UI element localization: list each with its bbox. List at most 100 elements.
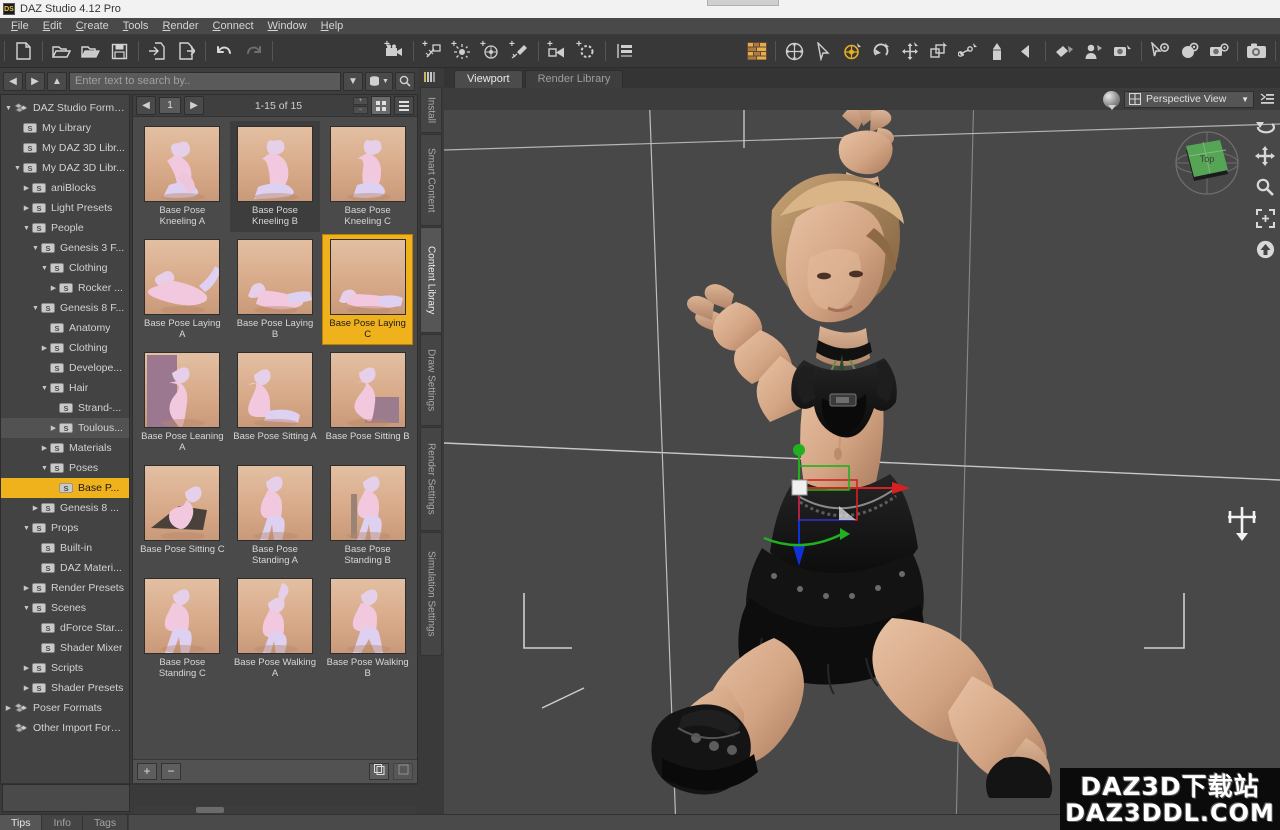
content-item[interactable]: Base Pose Laying B [230, 234, 321, 345]
universal-tool-icon[interactable] [781, 38, 808, 65]
copy-icon[interactable] [369, 763, 389, 780]
menu-item-create[interactable]: Create [69, 19, 116, 33]
content-item[interactable]: Base Pose Kneeling B [230, 121, 321, 232]
menu-item-render[interactable]: Render [155, 19, 205, 33]
content-item[interactable]: Base Pose Laying C [322, 234, 413, 345]
content-item-thumbnail[interactable] [237, 465, 313, 541]
tree-item-genesis-8-f[interactable]: ▼SGenesis 8 F... [1, 298, 129, 318]
chevron-right-icon[interactable]: ▶ [21, 584, 32, 592]
search-icon[interactable] [395, 72, 415, 91]
grid-view-icon[interactable] [371, 96, 391, 115]
open-folder-icon[interactable] [48, 38, 75, 65]
mesh-grabber-icon[interactable] [984, 38, 1011, 65]
tree-item-dforce-star[interactable]: SdForce Star... [1, 618, 129, 638]
tree-item-shader-mixer[interactable]: SShader Mixer [1, 638, 129, 658]
tree-item-my-library[interactable]: SMy Library [1, 118, 129, 138]
content-item[interactable]: Base Pose Walking B [322, 573, 413, 684]
thumb-size-decrease[interactable]: − [353, 106, 368, 114]
camera-ball-icon[interactable] [1103, 91, 1120, 108]
tree-item-hair[interactable]: ▼SHair [1, 378, 129, 398]
content-item-thumbnail[interactable] [330, 465, 406, 541]
viewport-tab-viewport[interactable]: Viewport [454, 70, 523, 88]
add-linear-light-icon[interactable]: + [477, 38, 504, 65]
content-item[interactable]: Base Pose Leaning A [137, 347, 228, 458]
status-tab-tags[interactable]: Tags [83, 815, 128, 830]
tree-item-daz-studio-formats[interactable]: ▼DAZ Studio Formats [1, 98, 129, 118]
arrow-left-icon[interactable]: ◀ [3, 72, 23, 91]
menu-item-connect[interactable]: Connect [206, 19, 261, 33]
frame-icon[interactable] [1254, 207, 1276, 229]
content-item-thumbnail[interactable] [237, 578, 313, 654]
menu-item-edit[interactable]: Edit [36, 19, 69, 33]
content-item[interactable]: Base Pose Standing B [322, 460, 413, 571]
tree-item-props[interactable]: ▼SProps [1, 518, 129, 538]
node-selection-icon[interactable] [810, 38, 837, 65]
layers-icon[interactable] [611, 38, 638, 65]
content-item-thumbnail[interactable] [330, 352, 406, 428]
thumb-size-increase[interactable]: + [353, 97, 368, 105]
puppeteer-icon[interactable] [1051, 38, 1078, 65]
content-item[interactable]: Base Pose Walking A [230, 573, 321, 684]
remove-item-button[interactable]: − [161, 763, 181, 780]
tree-item-daz-materi[interactable]: SDAZ Materi... [1, 558, 129, 578]
chevron-down-icon[interactable]: ▼ [12, 165, 23, 172]
scrollbar-thumb[interactable] [196, 807, 224, 813]
menu-item-tools[interactable]: Tools [116, 19, 156, 33]
tree-item-other-import-form[interactable]: Other Import Form... [1, 718, 129, 738]
tree-item-materials[interactable]: ▶SMaterials [1, 438, 129, 458]
chevron-down-icon[interactable]: ▼ [21, 225, 32, 232]
tree-item-scripts[interactable]: ▶SScripts [1, 658, 129, 678]
pan-icon[interactable] [1254, 145, 1276, 167]
tree-item-genesis-8[interactable]: ▶SGenesis 8 ... [1, 498, 129, 518]
content-item-thumbnail[interactable] [237, 352, 313, 428]
orbit-icon[interactable] [1254, 114, 1276, 136]
chevron-down-icon[interactable]: ▼ [343, 72, 363, 91]
chevron-right-icon[interactable]: ▶ [21, 684, 32, 692]
node-select-settings-icon[interactable] [1147, 38, 1174, 65]
chevron-right-icon[interactable]: ▶ [21, 664, 32, 672]
side-tab-content-library[interactable]: Content Library [420, 227, 442, 333]
tree-item-poses[interactable]: ▼SPoses [1, 458, 129, 478]
surface-selection-icon[interactable] [1013, 38, 1040, 65]
status-tab-tips[interactable]: Tips [0, 815, 42, 830]
side-tab-render-settings[interactable]: Render Settings [420, 427, 442, 531]
content-browser-hscrollbar[interactable] [134, 806, 416, 814]
tree-item-strand[interactable]: SStrand-... [1, 398, 129, 418]
arrow-up-icon[interactable]: ▲ [47, 72, 67, 91]
rotate-tool-icon[interactable] [868, 38, 895, 65]
undo-icon[interactable] [211, 38, 238, 65]
thumbnail-size-stepper[interactable]: + − [353, 97, 368, 114]
content-library-tree-pane[interactable]: ▼DAZ Studio FormatsSMy LibrarySMy DAZ 3D… [0, 94, 130, 784]
content-item-thumbnail[interactable] [144, 352, 220, 428]
tree-item-render-presets[interactable]: ▶SRender Presets [1, 578, 129, 598]
refresh-icon[interactable] [393, 763, 413, 780]
menu-item-file[interactable]: File [4, 19, 36, 33]
chevron-right-icon[interactable]: ▶ [30, 504, 41, 512]
translate-tool-icon[interactable] [897, 38, 924, 65]
view-navigation-cube[interactable]: Top [1172, 128, 1242, 198]
chevron-right-icon[interactable]: ▶ [21, 204, 32, 212]
side-tab-simulation-settings[interactable]: Simulation Settings [420, 532, 442, 656]
add-item-button[interactable]: + [137, 763, 157, 780]
prev-page-button[interactable]: ◀ [136, 96, 156, 115]
geometry-editor-icon[interactable] [1109, 38, 1136, 65]
content-item-thumbnail[interactable] [144, 465, 220, 541]
viewport-options-icon[interactable] [1258, 91, 1276, 108]
texture-shaded-icon[interactable] [743, 38, 770, 65]
zoom-icon[interactable] [1254, 176, 1276, 198]
content-item[interactable]: Base Pose Laying A [137, 234, 228, 345]
add-distant-light-icon[interactable]: + [419, 38, 446, 65]
tree-item-built-in[interactable]: SBuilt-in [1, 538, 129, 558]
tree-item-rocker[interactable]: ▶SRocker ... [1, 278, 129, 298]
render-icon[interactable] [1243, 38, 1270, 65]
add-point-light-icon[interactable]: + [448, 38, 475, 65]
viewport[interactable]: Perspective View ▼ Top [444, 88, 1280, 830]
tree-item-aniblocks[interactable]: ▶SaniBlocks [1, 178, 129, 198]
content-item-thumbnail[interactable] [144, 126, 220, 202]
add-camera-icon[interactable]: + [381, 38, 408, 65]
add-lightgroup-icon[interactable]: + [544, 38, 571, 65]
import-icon[interactable] [144, 38, 171, 65]
render-settings-icon[interactable] [1176, 38, 1203, 65]
list-view-icon[interactable] [394, 96, 414, 115]
powerpose-icon[interactable] [839, 38, 866, 65]
